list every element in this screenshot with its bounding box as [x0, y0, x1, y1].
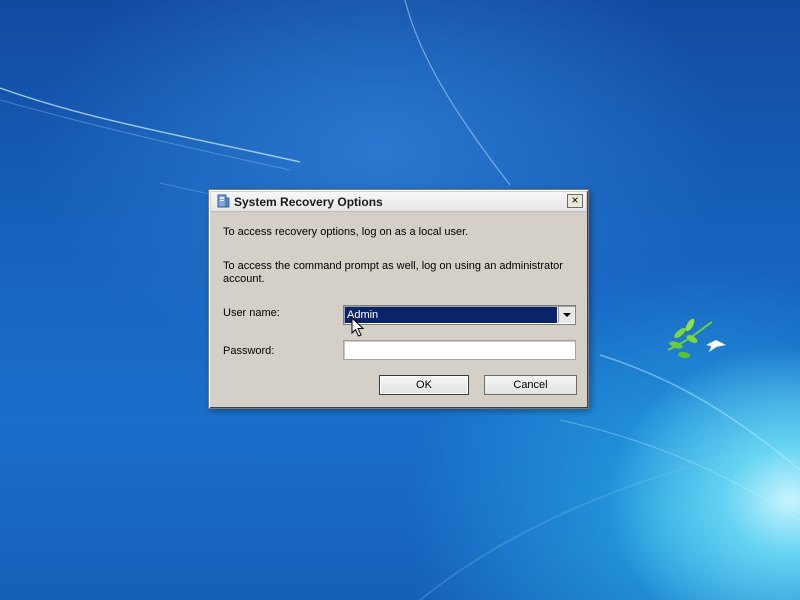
password-field[interactable]	[343, 340, 576, 360]
recovery-icon	[217, 194, 230, 208]
close-button[interactable]: ×	[567, 194, 583, 208]
user-name-dropdown[interactable]: Admin	[343, 305, 576, 325]
user-name-selected-value: Admin	[345, 307, 557, 323]
dialog-title: System Recovery Options	[234, 195, 383, 209]
mouse-pointer-icon	[351, 317, 365, 337]
dialog-titlebar[interactable]: System Recovery Options ×	[211, 192, 586, 212]
cancel-button[interactable]: Cancel	[484, 375, 577, 395]
dove-branch-icon	[667, 318, 726, 359]
password-label: Password:	[223, 345, 275, 357]
instruction-text-administrator: To access the command prompt as well, lo…	[223, 260, 563, 285]
user-name-label: User name:	[223, 307, 280, 319]
ok-button[interactable]: OK	[379, 375, 469, 395]
instruction-text-local-user: To access recovery options, log on as a …	[223, 226, 469, 238]
close-icon: ×	[571, 193, 579, 207]
system-recovery-dialog: System Recovery Options × To access reco…	[208, 189, 589, 409]
chevron-down-icon[interactable]	[558, 307, 574, 323]
